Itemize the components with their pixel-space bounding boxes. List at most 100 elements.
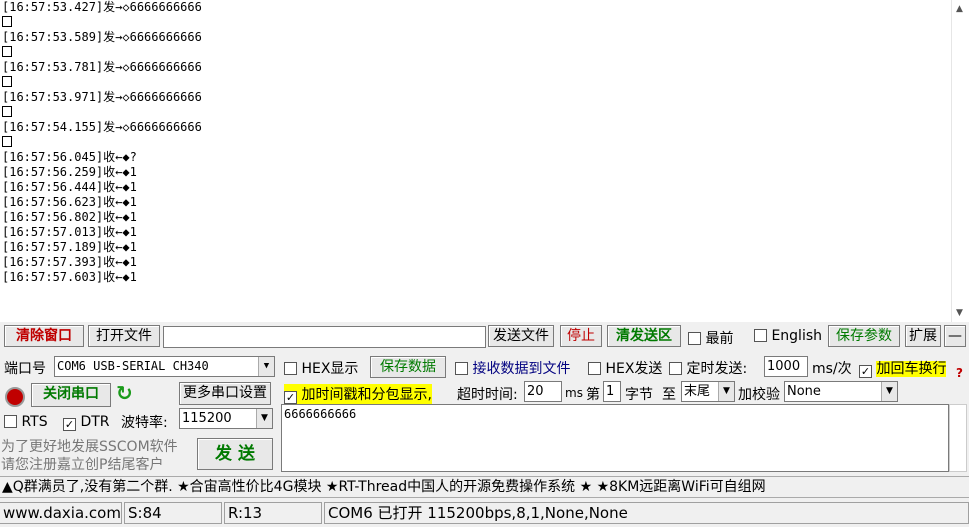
tip-line-2: 请您注册嘉立创P结尾客户 bbox=[1, 457, 164, 473]
more-settings-button[interactable]: 更多串口设置 bbox=[179, 382, 271, 405]
rts-label: RTS bbox=[21, 414, 48, 430]
timestamp-checkbox[interactable]: ✓ 加时间戳和分包显示, bbox=[284, 384, 432, 404]
clear-send-button[interactable]: 清发送区 bbox=[607, 325, 681, 347]
baud-label: 波特率: bbox=[121, 415, 168, 431]
log-line: [16:57:53.971]发→◇6666666666 bbox=[2, 90, 202, 104]
interval-input[interactable]: 1000 bbox=[764, 356, 808, 377]
log-line: [16:57:53.427]发→◇6666666666 bbox=[2, 0, 202, 14]
log-lines: [16:57:53.427]发→◇6666666666 [16:57:53.589… bbox=[2, 0, 202, 285]
log-line: [16:57:57.393]收←◆1 bbox=[2, 255, 137, 269]
log-newline-box bbox=[2, 45, 202, 60]
checksum-select[interactable]: None ▼ bbox=[784, 381, 898, 402]
timed-send-label: 定时发送: bbox=[686, 361, 748, 377]
checkbox-icon bbox=[284, 362, 297, 375]
file-path-input[interactable] bbox=[163, 326, 486, 348]
log-line: [16:57:56.444]收←◆1 bbox=[2, 180, 137, 194]
log-line: [16:57:56.623]收←◆1 bbox=[2, 195, 137, 209]
open-file-button[interactable]: 打开文件 bbox=[88, 325, 160, 347]
port-value: COM6 USB-SERIAL CH340 bbox=[57, 359, 209, 373]
close-port-button[interactable]: 关闭串口 bbox=[31, 383, 111, 407]
to-label: 至 bbox=[662, 387, 676, 403]
log-line: [16:57:57.603]收←◆1 bbox=[2, 270, 137, 284]
chevron-down-icon[interactable]: ▼ bbox=[881, 382, 897, 401]
dtr-checkbox[interactable]: ✓ DTR bbox=[63, 414, 110, 431]
log-line: [16:57:56.802]收←◆1 bbox=[2, 210, 137, 224]
timeout-input[interactable]: 20 bbox=[524, 381, 562, 402]
expand-button[interactable]: 扩展 bbox=[905, 325, 941, 347]
newline-box-icon bbox=[2, 76, 12, 87]
baud-select[interactable]: 115200 ▼ bbox=[179, 408, 273, 429]
newline-box-icon bbox=[2, 46, 12, 57]
rts-checkbox[interactable]: RTS bbox=[4, 414, 48, 430]
chevron-down-icon[interactable]: ▼ bbox=[258, 357, 274, 376]
toolbar: 清除窗口 打开文件 发送文件 停止 清发送区 最前 English 保存参数 扩… bbox=[0, 325, 969, 351]
site-link[interactable]: www.daxia.com bbox=[0, 502, 122, 524]
checkbox-icon bbox=[588, 362, 601, 375]
save-params-button[interactable]: 保存参数 bbox=[828, 325, 900, 347]
port-select[interactable]: COM6 USB-SERIAL CH340 ▼ bbox=[54, 356, 275, 377]
timeout-label: 超时时间: bbox=[457, 387, 518, 403]
log-line: [16:57:54.155]发→◇6666666666 bbox=[2, 120, 202, 134]
send-scrollbar[interactable] bbox=[949, 404, 967, 472]
english-checkbox[interactable]: English bbox=[754, 328, 822, 344]
add-crlf-label: 加回车换行 bbox=[876, 361, 947, 377]
newline-box-icon bbox=[2, 136, 12, 147]
checkbox-icon bbox=[455, 362, 468, 375]
dtr-label: DTR bbox=[80, 414, 110, 430]
interval-unit: ms/次 bbox=[812, 361, 852, 377]
byte-prefix: 第 bbox=[586, 387, 600, 403]
checkbox-icon: ✓ bbox=[284, 391, 297, 404]
timestamp-label: 加时间戳和分包显示, bbox=[301, 387, 432, 403]
checksum-label: 加校验 bbox=[738, 387, 780, 403]
refresh-icon[interactable]: ↻ bbox=[116, 381, 133, 405]
chevron-down-icon[interactable]: ▼ bbox=[718, 382, 734, 401]
add-crlf-checkbox[interactable]: ✓ 加回车换行 bbox=[859, 358, 947, 378]
send-button[interactable]: 发 送 bbox=[197, 438, 273, 470]
recv-to-file-checkbox[interactable]: 接收数据到文件 bbox=[455, 358, 570, 378]
byte-index-input[interactable]: 1 bbox=[603, 381, 621, 402]
stop-button[interactable]: 停止 bbox=[560, 325, 602, 347]
hex-display-checkbox[interactable]: HEX显示 bbox=[284, 358, 358, 378]
checksum-value: None bbox=[787, 384, 821, 399]
save-data-button[interactable]: 保存数据 bbox=[370, 356, 446, 378]
send-file-button[interactable]: 发送文件 bbox=[488, 325, 554, 347]
chevron-down-icon[interactable]: ▼ bbox=[256, 409, 272, 428]
english-label: English bbox=[771, 328, 823, 344]
log-newline-box bbox=[2, 105, 202, 120]
hex-send-label: HEX发送 bbox=[605, 361, 663, 377]
log-scrollbar[interactable]: ▲ ▼ bbox=[951, 0, 969, 322]
clear-window-button[interactable]: 清除窗口 bbox=[4, 325, 84, 347]
checkbox-icon bbox=[4, 415, 17, 428]
checkbox-icon bbox=[754, 329, 767, 342]
collapse-button[interactable]: — bbox=[944, 325, 966, 347]
scroll-down-icon[interactable]: ▼ bbox=[956, 308, 966, 318]
timeout-unit: ms bbox=[565, 386, 583, 400]
receive-log[interactable]: [16:57:53.427]发→◇6666666666 [16:57:53.589… bbox=[0, 0, 969, 322]
port-status-icon bbox=[5, 387, 25, 407]
hex-send-checkbox[interactable]: HEX发送 bbox=[588, 358, 662, 378]
log-newline-box bbox=[2, 15, 202, 30]
topmost-label: 最前 bbox=[705, 331, 734, 347]
scroll-up-icon[interactable]: ▲ bbox=[956, 4, 966, 14]
log-newline-box bbox=[2, 135, 202, 150]
log-line: [16:57:53.589]发→◇6666666666 bbox=[2, 30, 202, 44]
help-icon[interactable]: ? bbox=[956, 366, 963, 380]
sent-count: S:84 bbox=[124, 502, 222, 524]
checkbox-icon: ✓ bbox=[63, 418, 76, 431]
byte-suffix: 字节 bbox=[625, 387, 653, 403]
baud-value: 115200 bbox=[182, 411, 232, 426]
hex-display-label: HEX显示 bbox=[301, 361, 359, 377]
timed-send-checkbox[interactable]: 定时发送: bbox=[669, 358, 747, 378]
received-count: R:13 bbox=[224, 502, 322, 524]
promo-bar[interactable]: ▲Q群满员了,没有第二个群. ★合宙高性价比4G模块 ★RT-Thread中国人… bbox=[0, 476, 969, 498]
checkbox-icon bbox=[688, 332, 701, 345]
send-input[interactable]: 6666666666 bbox=[281, 404, 949, 472]
log-line: [16:57:57.013]收←◆1 bbox=[2, 225, 137, 239]
newline-box-icon bbox=[2, 16, 12, 27]
topmost-checkbox[interactable]: 最前 bbox=[688, 328, 733, 348]
status-bar: www.daxia.com S:84 R:13 COM6 已打开 115200b… bbox=[0, 500, 969, 527]
newline-box-icon bbox=[2, 106, 12, 117]
to-value: 末尾 bbox=[684, 384, 711, 399]
log-line: [16:57:56.045]收←◆? bbox=[2, 150, 137, 164]
to-select[interactable]: 末尾 ▼ bbox=[681, 381, 735, 402]
